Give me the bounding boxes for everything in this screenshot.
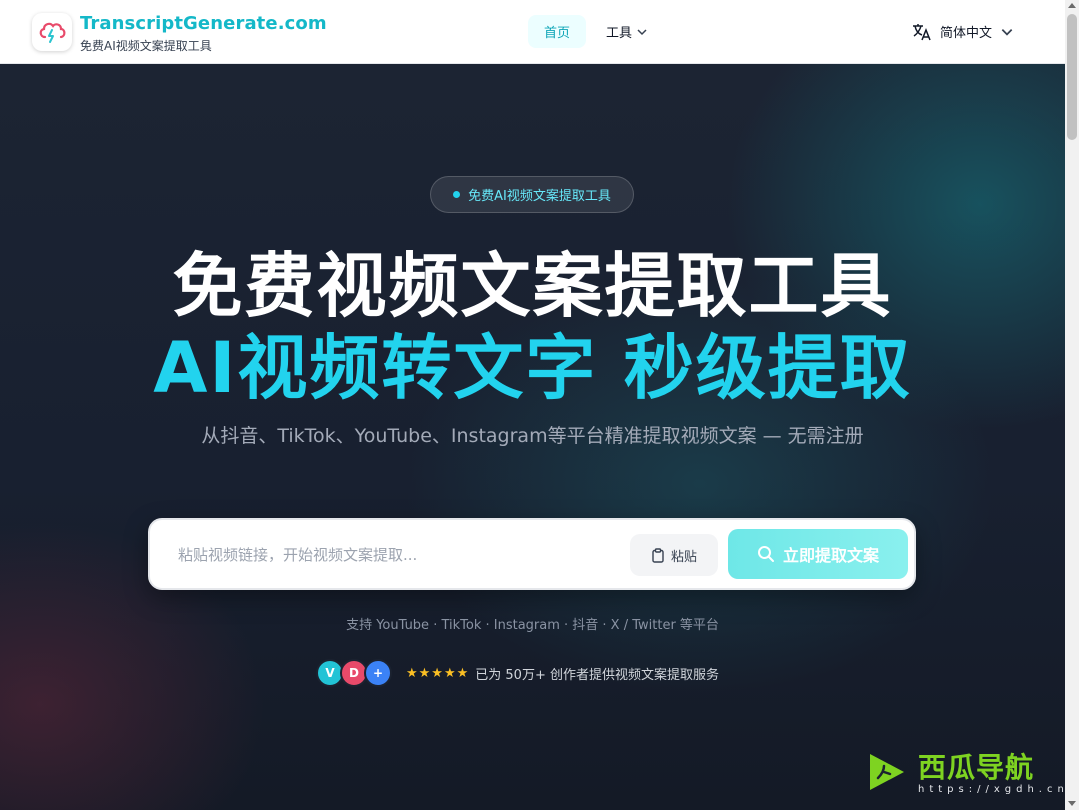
site-logo[interactable] — [32, 13, 72, 51]
watermark-text: 西瓜导航 — [918, 751, 1035, 784]
hero-title-line2: AI视频转文字 秒级提取 — [153, 327, 912, 409]
hero-badge: 免费AI视频文案提取工具 — [430, 176, 634, 213]
social-proof: V D + ★★★★★ 已为 50万+ 创作者提供视频文案提取服务 — [316, 659, 719, 687]
supported-platforms: 支持 YouTube · TikTok · Instagram · 抖音 · X… — [346, 618, 719, 633]
watermark-logo-icon — [870, 754, 904, 790]
search-bar: 粘贴 立即提取文案 — [148, 518, 916, 590]
nav-tools-label: 工具 — [606, 26, 633, 41]
scroll-down-arrow-icon[interactable] — [1068, 801, 1076, 806]
paste-button[interactable]: 粘贴 — [630, 534, 718, 576]
hero-badge-label: 免费AI视频文案提取工具 — [468, 189, 611, 204]
translate-icon — [913, 23, 931, 40]
avatar: + — [364, 659, 392, 687]
watermark: 西瓜导航 https://xgdh.cn — [866, 746, 1065, 810]
brand-name[interactable]: TranscriptGenerate.com — [80, 13, 327, 34]
social-proof-text: 已为 50万+ 创作者提供视频文案提取服务 — [475, 667, 719, 683]
paste-button-label: 粘贴 — [670, 549, 697, 565]
top-navbar: TranscriptGenerate.com 免费AI视频文案提取工具 首页 工… — [0, 0, 1065, 64]
search-icon — [757, 546, 774, 562]
chevron-down-icon — [637, 28, 647, 35]
hero-subtitle: 从抖音、TikTok、YouTube、Instagram等平台精准提取视频文案 … — [201, 425, 864, 447]
clipboard-icon — [652, 547, 664, 563]
brand-tagline: 免费AI视频文案提取工具 — [80, 39, 212, 53]
hero-title-line1: 免费视频文案提取工具 — [172, 245, 893, 327]
badge-dot-icon — [453, 191, 461, 198]
chevron-down-icon — [1001, 28, 1013, 36]
scrollbar-thumb[interactable] — [1067, 14, 1077, 140]
hero-section: 免费AI视频文案提取工具 免费视频文案提取工具 AI视频转文字 秒级提取 从抖音… — [0, 64, 1065, 810]
nav-tools-dropdown[interactable]: 工具 — [606, 15, 648, 48]
extract-button-label: 立即提取文案 — [782, 546, 879, 565]
extract-button[interactable]: 立即提取文案 — [728, 529, 908, 579]
language-label: 简体中文 — [940, 26, 993, 41]
language-selector[interactable]: 简体中文 — [912, 15, 1014, 48]
video-url-input[interactable] — [178, 542, 618, 568]
cloud-lightning-icon — [39, 22, 66, 43]
star-rating-icon: ★★★★★ — [406, 665, 470, 681]
watermark-url: https://xgdh.cn — [918, 784, 1065, 795]
social-proof-text-wrap: ★★★★★ 已为 50万+ 创作者提供视频文案提取服务 — [406, 664, 719, 683]
nav-home[interactable]: 首页 — [528, 15, 586, 48]
scroll-up-arrow-icon[interactable] — [1068, 3, 1076, 8]
